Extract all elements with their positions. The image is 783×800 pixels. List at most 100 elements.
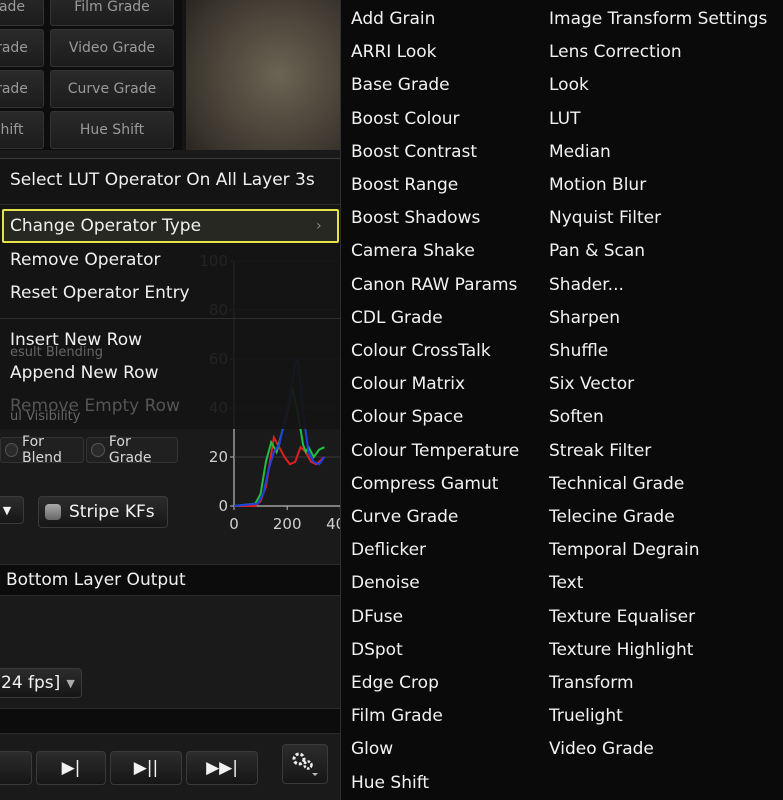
submenu-item-add-grain[interactable]: Add Grain [351, 9, 435, 29]
submenu-item-technical-grade[interactable]: Technical Grade [549, 474, 684, 494]
chart-y-tick-label: 20 [209, 448, 228, 466]
submenu-item-base-grade[interactable]: Base Grade [351, 75, 450, 95]
submenu-item-boost-contrast[interactable]: Boost Contrast [351, 142, 477, 162]
submenu-item-compress-gamut[interactable]: Compress Gamut [351, 474, 498, 494]
submenu-item-boost-range[interactable]: Boost Range [351, 175, 458, 195]
submenu-item-temporal-degrain[interactable]: Temporal Degrain [549, 540, 700, 560]
submenu-item-hue-shift[interactable]: Hue Shift [351, 773, 429, 793]
menu-item-remove-operator[interactable]: Remove Operator [10, 250, 161, 270]
grade-button-label: Film Grade [74, 0, 150, 15]
operator-type-submenu: Add Grain ARRI Look Base Grade Boost Colour… [340, 0, 783, 800]
submenu-item-median[interactable]: Median [549, 142, 611, 162]
menu-item-change-operator-type[interactable]: Change Operator Type [10, 216, 201, 236]
submenu-item-streak-filter[interactable]: Streak Filter [549, 441, 651, 461]
chart-series-line-0 [234, 434, 326, 507]
submenu-item-boost-shadows[interactable]: Boost Shadows [351, 208, 480, 228]
submenu-item-colour-matrix[interactable]: Colour Matrix [351, 374, 465, 394]
submenu-item-sharpen[interactable]: Sharpen [549, 308, 620, 328]
submenu-item-dspot[interactable]: DSpot [351, 640, 403, 660]
next-frame-icon: ▶| [61, 758, 81, 778]
for-blend-checkbox[interactable]: For Blend [0, 434, 84, 466]
submenu-item-colour-temperature[interactable]: Colour Temperature [351, 441, 519, 461]
chart-x-tick-label: 400 [326, 515, 340, 533]
submenu-arrow-icon: › [316, 218, 322, 234]
submenu-item-arri-look[interactable]: ARRI Look [351, 42, 437, 62]
submenu-item-image-transform-settings[interactable]: Image Transform Settings [549, 9, 767, 29]
grade-button-left-3[interactable]: hift [0, 111, 44, 149]
submenu-item-text[interactable]: Text [549, 573, 583, 593]
play-pause-icon: ▶|| [133, 758, 159, 778]
grade-button-label: hift [0, 122, 24, 138]
menu-item-reset-operator-entry[interactable]: Reset Operator Entry [10, 283, 190, 303]
submenu-item-camera-shake[interactable]: Camera Shake [351, 241, 475, 261]
fps-dropdown[interactable]: 24 fps] ▼ [0, 668, 82, 698]
grade-button-label: Curve Grade [67, 81, 157, 97]
submenu-item-texture-equaliser[interactable]: Texture Equaliser [549, 607, 695, 627]
submenu-item-texture-highlight[interactable]: Texture Highlight [549, 640, 693, 660]
submenu-item-motion-blur[interactable]: Motion Blur [549, 175, 646, 195]
submenu-item-cdl-grade[interactable]: CDL Grade [351, 308, 443, 328]
chevron-down-icon: ▼ [2, 503, 12, 517]
submenu-item-dfuse[interactable]: DFuse [351, 607, 403, 627]
menu-separator [0, 204, 340, 205]
grade-button-left-0[interactable]: ade [0, 0, 44, 26]
submenu-item-lut[interactable]: LUT [549, 109, 580, 129]
submenu-item-canon-raw-params[interactable]: Canon RAW Params [351, 275, 517, 295]
menu-item-remove-empty-row: Remove Empty Row [10, 396, 180, 416]
for-grade-checkbox[interactable]: For Grade [86, 434, 178, 466]
grade-button-label: ade [0, 0, 26, 15]
submenu-item-deflicker[interactable]: Deflicker [351, 540, 426, 560]
transport-prev-button[interactable] [0, 751, 32, 785]
submenu-item-truelight[interactable]: Truelight [549, 706, 623, 726]
checkbox-indicator [91, 443, 105, 457]
gear-icon [292, 752, 318, 776]
grade-button-label: Video Grade [68, 40, 156, 56]
submenu-item-video-grade[interactable]: Video Grade [549, 739, 654, 759]
menu-item-select-lut-operator[interactable]: Select LUT Operator On All Layer 3s [10, 170, 315, 190]
grade-button-curve-grade[interactable]: Curve Grade [50, 70, 174, 108]
stripe-kfs-toggle[interactable]: Stripe KFs [38, 496, 168, 528]
grade-button-film-grade[interactable]: Film Grade [50, 0, 174, 26]
menu-item-append-new-row[interactable]: Append New Row [10, 363, 158, 383]
submenu-item-pan-scan[interactable]: Pan & Scan [549, 241, 645, 261]
submenu-item-film-grade[interactable]: Film Grade [351, 706, 443, 726]
grade-button-left-2[interactable]: rade [0, 70, 44, 108]
grade-button-grid: ade Film Grade rade Video Grade rade Cur… [0, 0, 182, 150]
submenu-item-boost-colour[interactable]: Boost Colour [351, 109, 460, 129]
submenu-item-telecine-grade[interactable]: Telecine Grade [549, 507, 675, 527]
submenu-item-soften[interactable]: Soften [549, 407, 604, 427]
submenu-item-shuffle[interactable]: Shuffle [549, 341, 608, 361]
play-pause-button[interactable]: ▶|| [110, 751, 182, 785]
menu-item-insert-new-row[interactable]: Insert New Row [10, 330, 142, 350]
chevron-down-icon: ▼ [66, 676, 75, 690]
chart-y-tick-label: 0 [218, 497, 228, 515]
chart-x-tick-label: 0 [229, 515, 239, 533]
submenu-item-curve-grade[interactable]: Curve Grade [351, 507, 458, 527]
submenu-item-edge-crop[interactable]: Edge Crop [351, 673, 439, 693]
next-frame-button[interactable]: ▶| [36, 751, 106, 785]
timeline-bar[interactable] [0, 708, 340, 734]
submenu-item-look[interactable]: Look [549, 75, 589, 95]
submenu-item-glow[interactable]: Glow [351, 739, 393, 759]
submenu-item-nyquist-filter[interactable]: Nyquist Filter [549, 208, 661, 228]
grade-button-hue-shift[interactable]: Hue Shift [50, 111, 174, 149]
submenu-item-lens-correction[interactable]: Lens Correction [549, 42, 682, 62]
submenu-item-colour-crosstalk[interactable]: Colour CrossTalk [351, 341, 491, 361]
checkbox-indicator [5, 443, 19, 457]
settings-menu-button[interactable] [282, 744, 328, 784]
bottom-layer-output-field[interactable]: Bottom Layer Output [0, 564, 340, 596]
viewer-image [186, 0, 340, 150]
dropdown-button[interactable]: ▼ [0, 496, 24, 524]
submenu-item-denoise[interactable]: Denoise [351, 573, 420, 593]
grade-button-label: Hue Shift [79, 122, 145, 138]
submenu-item-transform[interactable]: Transform [549, 673, 634, 693]
skip-to-end-icon: ▶▶| [206, 758, 238, 778]
menu-separator [0, 318, 340, 319]
submenu-item-shader[interactable]: Shader... [549, 275, 624, 295]
grade-button-label: rade [0, 81, 28, 97]
skip-to-end-button[interactable]: ▶▶| [186, 751, 258, 785]
grade-button-video-grade[interactable]: Video Grade [50, 29, 174, 67]
submenu-item-colour-space[interactable]: Colour Space [351, 407, 463, 427]
submenu-item-six-vector[interactable]: Six Vector [549, 374, 634, 394]
grade-button-left-1[interactable]: rade [0, 29, 44, 67]
